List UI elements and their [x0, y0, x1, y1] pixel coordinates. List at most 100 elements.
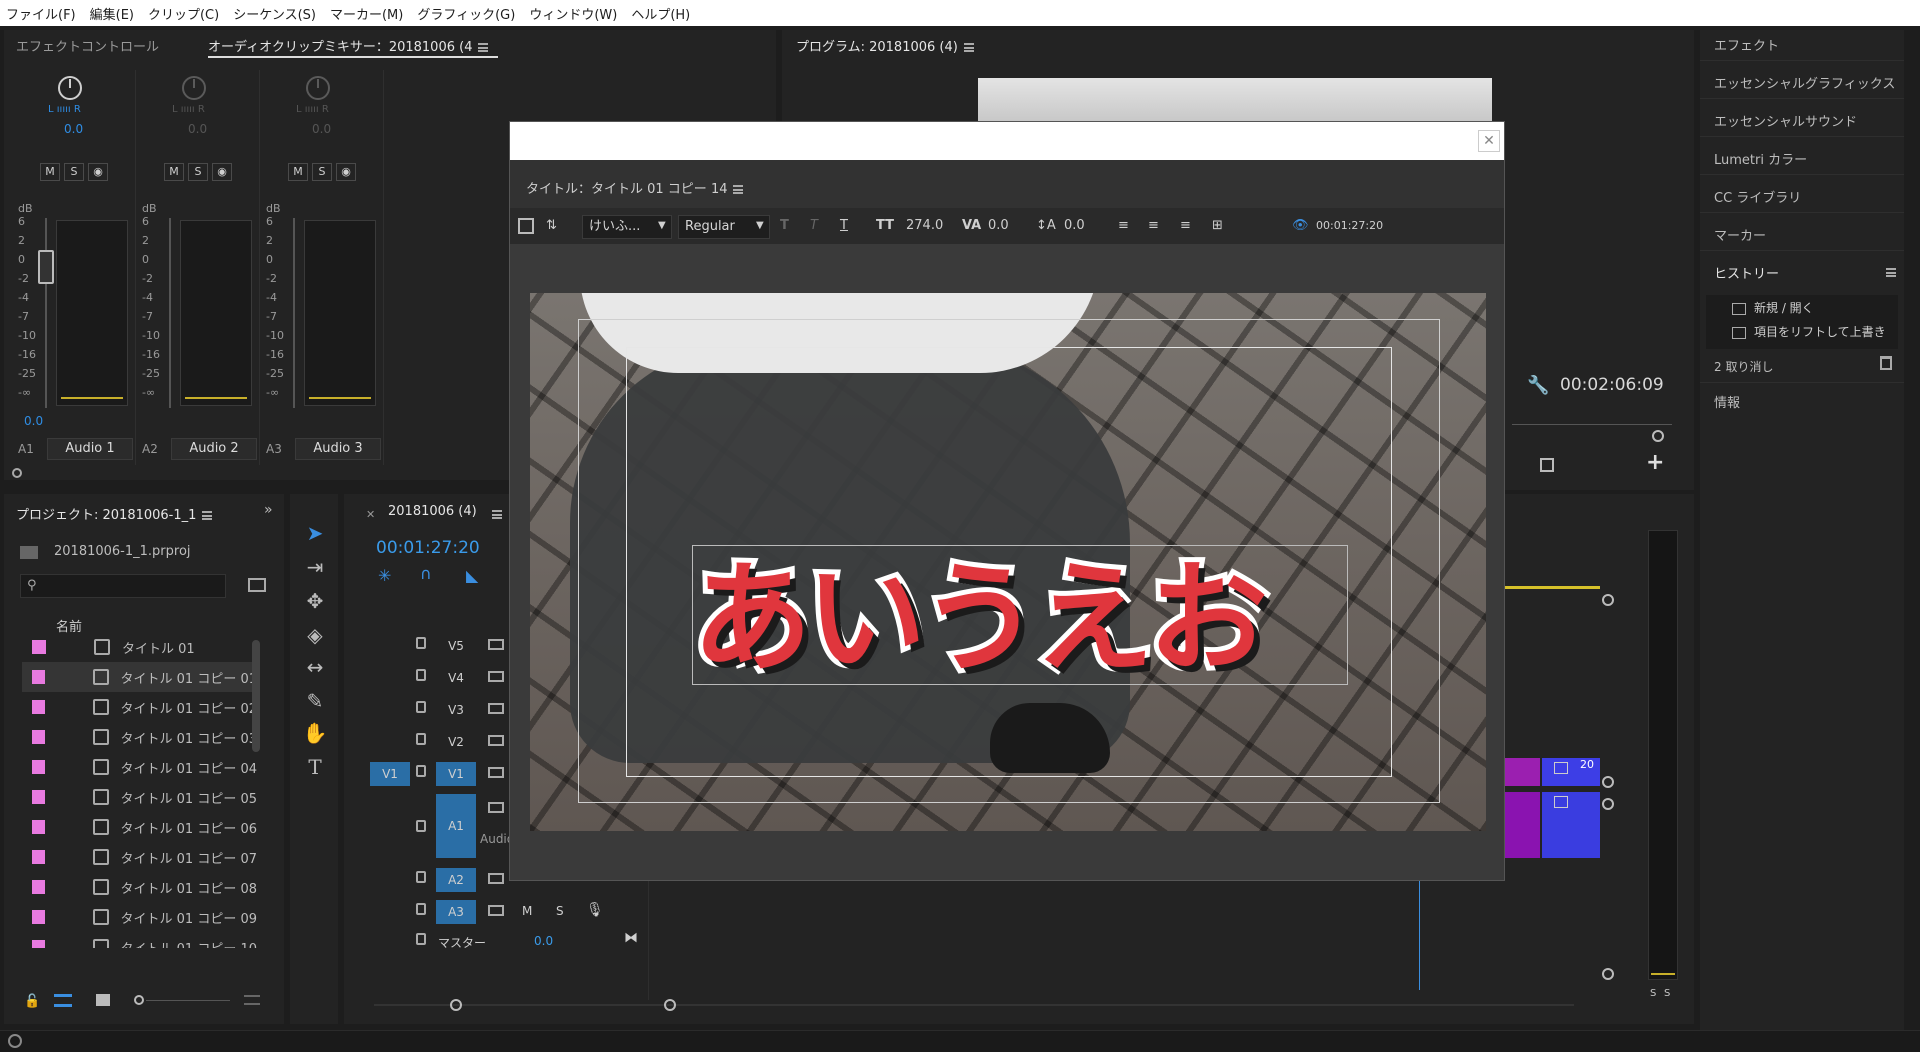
list-item[interactable]: タイトル 01 コピー 04 — [22, 752, 257, 782]
track-label[interactable]: V2 — [436, 730, 476, 754]
record-icon[interactable]: ◉ — [336, 163, 356, 181]
bold-icon[interactable]: T — [780, 208, 789, 244]
source-patch[interactable]: V1 — [370, 762, 410, 786]
show-background-icon[interactable]: 👁 — [1292, 208, 1309, 244]
menu-help[interactable]: ヘルプ(H) — [631, 4, 690, 23]
close-icon[interactable]: ✕ — [1478, 130, 1500, 152]
history-item[interactable]: 項目をリフトして上書き — [1732, 323, 1886, 340]
lock-icon[interactable]: 🔓 — [24, 994, 40, 1009]
list-view-icon[interactable] — [54, 994, 72, 1007]
list-item[interactable]: タイトル 01 コピー 09 — [22, 902, 257, 932]
lock-icon[interactable] — [416, 933, 426, 945]
track-select-tool-icon[interactable]: ⇥ — [300, 552, 330, 582]
toggle-output-icon[interactable] — [488, 802, 504, 813]
playhead-handle[interactable] — [1652, 430, 1664, 442]
list-item[interactable]: タイトル 01 コピー 07 — [22, 842, 257, 872]
lock-icon[interactable] — [416, 637, 426, 649]
track-label[interactable]: V5 — [436, 634, 476, 658]
snap-icon[interactable]: ✳ — [378, 566, 391, 585]
menu-sequence[interactable]: シーケンス(S) — [233, 4, 316, 23]
history-item[interactable]: 新規 / 開く — [1732, 299, 1814, 316]
solo-button[interactable]: S — [312, 163, 332, 181]
panel-essential-graphics[interactable]: エッセンシャルグラフィックス — [1714, 73, 1895, 92]
pen-tool-icon[interactable]: ✎ — [300, 686, 330, 716]
vscroll-handle[interactable] — [1602, 776, 1614, 788]
razor-tool-icon[interactable]: ◈ — [300, 620, 330, 650]
menu-file[interactable]: ファイル(F) — [6, 4, 76, 23]
tab-audio-clip-mixer[interactable]: オーディオクリップミキサー：20181006 (4 — [208, 36, 489, 55]
panel-menu-icon[interactable] — [478, 43, 489, 52]
toggle-output-icon[interactable] — [488, 639, 504, 650]
pan-value[interactable]: 0.0 — [188, 122, 207, 136]
tab-stops-icon[interactable]: ⊞ — [1212, 208, 1223, 244]
search-input[interactable]: ⚲ — [20, 574, 226, 598]
creative-cloud-icon[interactable] — [8, 1034, 22, 1048]
panel-menu-icon[interactable] — [492, 510, 502, 519]
pan-knob[interactable] — [306, 76, 330, 100]
audio-clip[interactable] — [1504, 792, 1540, 858]
panel-cc-libraries[interactable]: CC ライブラリ — [1714, 187, 1801, 206]
volume-fader[interactable] — [38, 250, 54, 284]
toggle-output-icon[interactable] — [488, 671, 504, 682]
zoom-slider[interactable] — [134, 995, 234, 1005]
mute-button[interactable]: M — [164, 163, 184, 181]
type-tool-icon[interactable]: T — [300, 752, 330, 782]
tab-sequence[interactable]: 20181006 (4) — [388, 504, 477, 519]
mute-button[interactable]: M — [522, 904, 532, 918]
panel-menu-icon[interactable] — [202, 511, 213, 520]
tab-project[interactable]: プロジェクト: 20181006-1_1 — [16, 504, 213, 523]
pan-value[interactable]: 0.0 — [312, 122, 331, 136]
track-label[interactable]: V1 — [436, 762, 476, 786]
ripple-edit-tool-icon[interactable]: ✥ — [300, 586, 330, 616]
sequence-timecode[interactable]: 00:01:27:20 — [376, 538, 480, 558]
panel-lumetri-color[interactable]: Lumetri カラー — [1714, 149, 1807, 168]
leading-value[interactable]: 0.0 — [1064, 208, 1085, 244]
marker-icon[interactable]: ◣ — [466, 566, 478, 585]
chevron-down-icon[interactable]: ▼ — [756, 208, 764, 244]
record-icon[interactable]: ◉ — [212, 163, 232, 181]
vscroll-handle[interactable] — [1602, 594, 1614, 606]
go-to-in-out-icon[interactable]: ⧓ — [624, 930, 638, 946]
hand-tool-icon[interactable]: ✋ — [300, 718, 330, 748]
pan-value[interactable]: 0.0 — [64, 122, 83, 136]
audio-clip[interactable] — [1542, 792, 1600, 858]
list-scrollbar[interactable] — [252, 640, 260, 752]
solo-button[interactable]: S — [64, 163, 84, 181]
list-item[interactable]: タイトル 01 コピー 02 — [22, 692, 257, 722]
chevron-down-icon[interactable]: ▼ — [658, 208, 666, 244]
magnet-icon[interactable]: ∩ — [420, 564, 432, 583]
program-scrub-bar[interactable] — [1512, 424, 1672, 425]
list-item[interactable]: タイトル 01 コピー 01 — [22, 662, 257, 692]
icon-view-icon[interactable] — [96, 994, 110, 1006]
program-timecode[interactable]: 00:02:06:09 — [1560, 375, 1664, 395]
history-menu-icon[interactable] — [1886, 268, 1896, 277]
lock-icon[interactable] — [416, 669, 426, 681]
menu-marker[interactable]: マーカー(M) — [330, 4, 403, 23]
lock-icon[interactable] — [416, 820, 426, 832]
solo-button[interactable]: S — [188, 163, 208, 181]
wrench-icon[interactable]: 🔧 — [1527, 375, 1549, 396]
solo-left-button[interactable]: S — [1650, 988, 1656, 999]
toggle-output-icon[interactable] — [488, 703, 504, 714]
tab-program[interactable]: プログラム: 20181006 (4) — [796, 36, 974, 55]
vscroll-handle[interactable] — [1602, 968, 1614, 980]
lock-icon[interactable] — [416, 903, 426, 915]
pan-knob[interactable] — [182, 76, 206, 100]
slip-tool-icon[interactable]: ↔ — [300, 652, 330, 682]
list-item[interactable]: タイトル 01 — [22, 632, 257, 662]
list-item[interactable]: タイトル 01 コピー 06 — [22, 812, 257, 842]
roll-crawl-icon[interactable]: ⇅ — [546, 208, 557, 244]
close-tab-icon[interactable]: ✕ — [366, 508, 375, 521]
panel-essential-sound[interactable]: エッセンシャルサウンド — [1714, 111, 1857, 130]
trash-icon[interactable] — [1880, 356, 1892, 370]
track-label[interactable]: V3 — [436, 698, 476, 722]
italic-icon[interactable]: T — [810, 208, 818, 244]
panel-menu-icon[interactable] — [733, 185, 744, 194]
background-timecode[interactable]: 00:01:27:20 — [1316, 208, 1383, 244]
timeline-hscroll[interactable] — [374, 998, 1574, 1012]
fader-value[interactable]: 0.0 — [24, 414, 43, 428]
align-center-icon[interactable]: ≡ — [1148, 208, 1159, 244]
kerning-value[interactable]: 0.0 — [988, 208, 1009, 244]
list-item[interactable]: タイトル 01 コピー 05 — [22, 782, 257, 812]
lock-icon[interactable] — [416, 701, 426, 713]
